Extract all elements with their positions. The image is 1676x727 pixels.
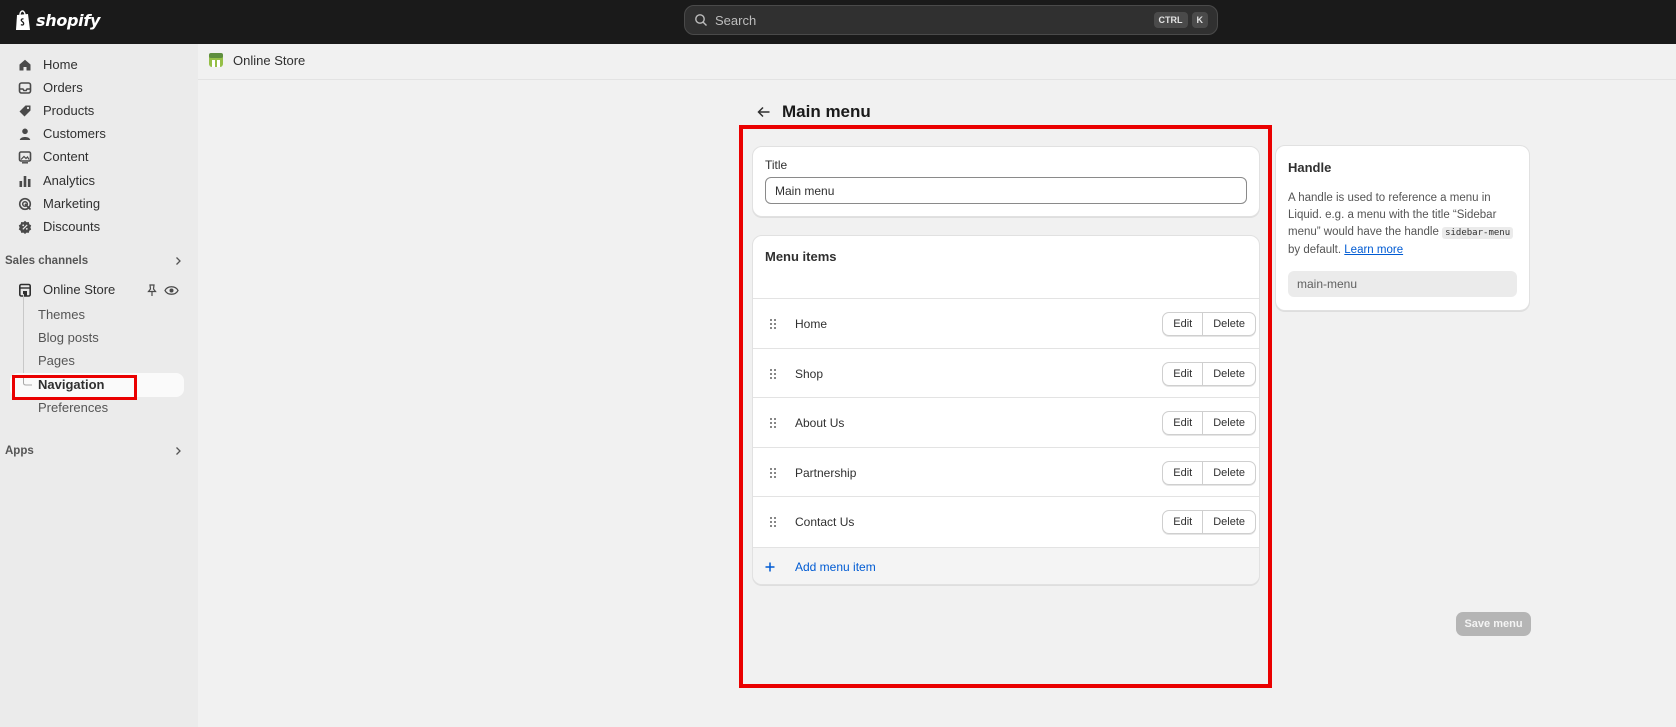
inbox-icon bbox=[18, 81, 32, 94]
sales-channels-label: Sales channels bbox=[5, 255, 89, 267]
apps-header[interactable]: Apps bbox=[5, 445, 183, 457]
page-header: Main menu bbox=[756, 102, 871, 122]
handle-input[interactable] bbox=[1288, 271, 1517, 297]
tree-line bbox=[23, 294, 24, 382]
home-icon bbox=[19, 59, 31, 70]
sidebar-item-label: Online Store bbox=[43, 282, 116, 297]
sidebar-item-label: Analytics bbox=[43, 173, 96, 188]
sidebar-item-label: Content bbox=[43, 149, 89, 164]
tag-icon bbox=[19, 105, 31, 116]
sidebar-item-label: Marketing bbox=[43, 196, 101, 211]
sidebar-item-products[interactable]: Products bbox=[10, 99, 184, 122]
chevron-right-icon bbox=[176, 447, 181, 455]
search-input[interactable] bbox=[715, 12, 1150, 28]
sidebar-item-home[interactable]: Home bbox=[10, 53, 184, 76]
handle-description: A handle is used to reference a menu in … bbox=[1288, 190, 1520, 259]
sidebar-subitem-themes[interactable]: Themes bbox=[38, 307, 85, 322]
shortcut-key-k: K bbox=[1191, 12, 1208, 28]
breadcrumb[interactable]: Online Store bbox=[208, 52, 305, 68]
sidebar-subitem-pages[interactable]: Pages bbox=[38, 353, 75, 368]
bar-chart-icon bbox=[19, 175, 31, 187]
eye-icon[interactable] bbox=[164, 285, 179, 296]
sidebar-item-orders[interactable]: Orders bbox=[10, 76, 184, 99]
person-icon bbox=[19, 128, 31, 140]
search-icon bbox=[695, 14, 707, 26]
page-title: Main menu bbox=[782, 102, 871, 121]
store-icon bbox=[18, 283, 31, 297]
sidebar-subitem-preferences[interactable]: Preferences bbox=[38, 400, 108, 415]
back-arrow-icon[interactable] bbox=[756, 104, 772, 120]
shortcut-key-ctrl: CTRL bbox=[1153, 12, 1188, 28]
discount-icon bbox=[18, 220, 32, 234]
pin-icon[interactable] bbox=[146, 284, 158, 297]
sidebar-item-discounts[interactable]: Discounts bbox=[10, 215, 184, 238]
target-icon bbox=[18, 197, 32, 210]
header-divider bbox=[198, 79, 1676, 80]
sidebar-subitem-blog-posts[interactable]: Blog posts bbox=[38, 330, 99, 345]
sidebar-item-label: Customers bbox=[43, 126, 106, 141]
navigation-highlight-box bbox=[12, 375, 137, 400]
sidebar-item-content[interactable]: Content bbox=[10, 145, 184, 168]
sidebar-item-label: Home bbox=[43, 57, 78, 72]
breadcrumb-label: Online Store bbox=[233, 52, 306, 68]
main-content-highlight-box bbox=[739, 125, 1272, 688]
online-store-app-icon bbox=[209, 53, 223, 67]
sales-channels-header[interactable]: Sales channels bbox=[5, 255, 183, 267]
handle-desc-text-2: by default. bbox=[1288, 244, 1342, 256]
handle-title: Handle bbox=[1288, 160, 1332, 175]
image-icon bbox=[18, 150, 32, 164]
sidebar-item-analytics[interactable]: Analytics bbox=[10, 169, 184, 192]
sidebar-item-label: Orders bbox=[43, 80, 83, 95]
chevron-right-icon bbox=[176, 257, 181, 265]
sidebar-item-marketing[interactable]: Marketing bbox=[10, 192, 184, 215]
apps-label: Apps bbox=[5, 445, 34, 457]
sidebar-item-label: Discounts bbox=[43, 219, 101, 234]
sidebar-item-customers[interactable]: Customers bbox=[10, 122, 184, 145]
shopify-bag-icon bbox=[16, 10, 30, 30]
brand-name: shopify bbox=[36, 10, 101, 30]
handle-code-example: sidebar-menu bbox=[1442, 227, 1514, 239]
shopify-logo[interactable]: shopify bbox=[14, 9, 100, 31]
top-bar: shopify CTRL K bbox=[0, 0, 1676, 44]
search-bar[interactable]: CTRL K bbox=[684, 5, 1218, 35]
handle-card: Handle A handle is used to reference a m… bbox=[1275, 145, 1530, 311]
save-menu-button[interactable]: Save menu bbox=[1456, 612, 1531, 636]
learn-more-link[interactable]: Learn more bbox=[1344, 244, 1403, 256]
sidebar-item-label: Products bbox=[43, 103, 95, 118]
